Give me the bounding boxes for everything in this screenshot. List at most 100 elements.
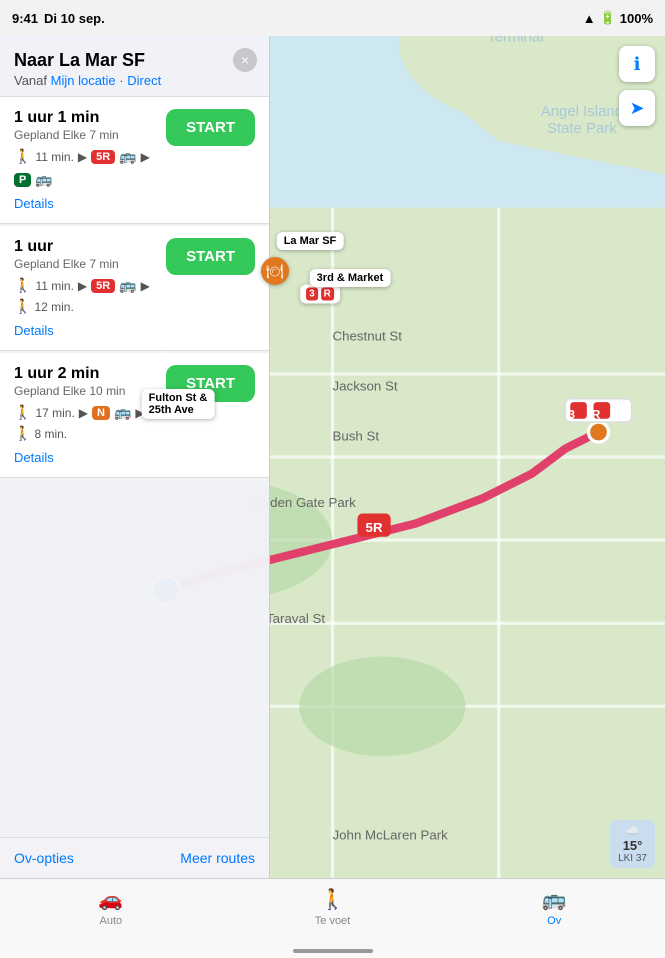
destination-label: La Mar SF xyxy=(277,232,344,250)
walk-icon: 🚶 xyxy=(14,277,31,294)
info-icon: ℹ xyxy=(634,54,641,75)
battery-icon: 🔋 xyxy=(600,10,616,26)
extra-walk-time: 12 min. xyxy=(34,300,73,314)
svg-text:Bush St: Bush St xyxy=(332,428,379,443)
bus-icon: 🚌 xyxy=(119,148,136,165)
route-actions: Details xyxy=(14,196,255,211)
tab-auto-label: Auto xyxy=(100,915,123,927)
start-button[interactable]: START xyxy=(166,238,255,275)
transit-badge-5r: 5R xyxy=(91,279,115,293)
start-label: Fulton St & 25th Ave xyxy=(142,389,215,419)
location-icon: ➤ xyxy=(629,98,644,119)
directions-panel: Naar La Mar SF Vanaf Mijn locatie · Dire… xyxy=(0,36,270,878)
route-duration: 1 uur 1 min xyxy=(14,109,150,127)
bus-icon: 🚌 xyxy=(119,277,136,294)
svg-text:R: R xyxy=(592,409,601,422)
panel-header: Naar La Mar SF Vanaf Mijn locatie · Dire… xyxy=(0,36,269,97)
transit-badge-p: P xyxy=(14,173,31,187)
svg-text:5R: 5R xyxy=(366,520,383,535)
weather-extra: LKI 37 xyxy=(618,853,647,864)
route-actions: Details xyxy=(14,323,255,338)
route-info: 1 uur Gepland Elke 7 min 🚶 11 min. ▶ 5R … xyxy=(14,238,150,315)
route-duration: 1 uur xyxy=(14,238,150,256)
route-steps: 🚶 17 min. ▶ N 🚌 ▶ xyxy=(14,404,145,421)
routes-list: 1 uur 1 min Gepland Elke 7 min 🚶 11 min.… xyxy=(0,97,269,837)
route-schedule: Gepland Elke 7 min xyxy=(14,257,150,271)
subtitle-prefix: Vanaf xyxy=(14,73,47,88)
more-routes-link[interactable]: Meer routes xyxy=(180,850,255,866)
car-icon: 🚗 xyxy=(98,887,123,912)
svg-text:Jackson St: Jackson St xyxy=(332,379,397,394)
weather-badge: ☁️ 15° LKI 37 xyxy=(610,820,655,868)
route-extra-walk: 🚶 8 min. xyxy=(14,425,145,442)
arrow1: ▶ xyxy=(79,406,88,420)
ov-options-link[interactable]: Ov-opties xyxy=(14,850,74,866)
transit-badge-5r: 5R xyxy=(91,150,115,164)
status-left: 9:41 Di 10 sep. xyxy=(12,11,105,26)
destination-name: La Mar SF xyxy=(277,232,344,250)
location-button[interactable]: ➤ xyxy=(619,90,655,126)
status-bar: 9:41 Di 10 sep. ▲ 🔋 100% xyxy=(0,0,665,36)
bus-icon: 🚌 xyxy=(114,404,131,421)
svg-text:Angel Island: Angel Island xyxy=(541,103,623,120)
route-steps: 🚶 11 min. ▶ 5R 🚌 ▶ xyxy=(14,148,150,165)
status-right: ▲ 🔋 100% xyxy=(583,10,653,26)
extra-walk-time: 8 min. xyxy=(34,427,67,441)
arrow2: ▶ xyxy=(141,279,150,293)
panel-subtitle: Vanaf Mijn locatie · Direct xyxy=(14,73,255,88)
close-button[interactable]: × xyxy=(233,48,257,72)
direct-link[interactable]: Direct xyxy=(127,73,161,88)
arrow1: ▶ xyxy=(78,150,87,164)
destination-annotation: 🍽 xyxy=(261,257,289,285)
tab-auto[interactable]: 🚗 Auto xyxy=(0,887,222,927)
walk-icon: 🚶 xyxy=(14,404,31,421)
weather-icon: ☁️ xyxy=(625,824,640,838)
svg-text:John McLaren Park: John McLaren Park xyxy=(332,827,448,842)
route-item: 1 uur Gepland Elke 7 min 🚶 11 min. ▶ 5R … xyxy=(0,226,269,351)
bus-icon2: 🚌 xyxy=(35,171,52,188)
tab-voet[interactable]: 🚶 Te voet xyxy=(222,887,444,927)
transit-stop-annotation: 3 R xyxy=(300,285,340,304)
tab-bar: 🚗 Auto 🚶 Te voet 🚌 Ov xyxy=(0,878,665,958)
walk-duration: 11 min. xyxy=(35,150,73,164)
svg-text:Taraval St: Taraval St xyxy=(266,611,325,626)
route-steps: 🚶 11 min. ▶ 5R 🚌 ▶ xyxy=(14,277,150,294)
route-info: 1 uur 1 min Gepland Elke 7 min 🚶 11 min.… xyxy=(14,109,150,188)
tab-voet-label: Te voet xyxy=(315,915,350,927)
my-location-link[interactable]: Mijn locatie xyxy=(51,73,116,88)
route-actions: Details xyxy=(14,450,255,465)
details-link[interactable]: Details xyxy=(14,196,54,211)
wifi-icon: ▲ xyxy=(583,11,596,26)
status-date: Di 10 sep. xyxy=(44,11,105,26)
transit-badge-n: N xyxy=(92,406,110,420)
walk-duration: 11 min. xyxy=(35,279,73,293)
restaurant-icon: 🍽 xyxy=(261,257,289,285)
weather-temp: 15° xyxy=(623,838,643,853)
transit-stop-name: 3rd & Market xyxy=(310,269,391,287)
details-link[interactable]: Details xyxy=(14,450,54,465)
transit-badges: 3 R xyxy=(300,285,340,304)
arrow1: ▶ xyxy=(78,279,87,293)
panel-title: Naar La Mar SF xyxy=(14,50,255,71)
bus-tab-icon: 🚌 xyxy=(542,887,567,912)
arrow2: ▶ xyxy=(141,150,150,164)
status-time: 9:41 xyxy=(12,11,38,26)
svg-text:Terminal: Terminal xyxy=(487,36,544,45)
route-duration: 1 uur 2 min xyxy=(14,365,145,383)
details-link[interactable]: Details xyxy=(14,323,54,338)
route-item: 1 uur 1 min Gepland Elke 7 min 🚶 11 min.… xyxy=(0,97,269,224)
battery-level: 100% xyxy=(620,11,653,26)
route-item: 1 uur 2 min Gepland Elke 10 min 🚶 17 min… xyxy=(0,353,269,478)
transit-stop-label: 3rd & Market xyxy=(310,269,391,287)
route-schedule: Gepland Elke 7 min xyxy=(14,128,150,142)
info-button[interactable]: ℹ xyxy=(619,46,655,82)
walk-icon2: 🚶 xyxy=(14,425,31,442)
tab-ov-label: Ov xyxy=(547,915,561,927)
route-extra-walk: 🚶 12 min. xyxy=(14,298,150,315)
svg-text:Chestnut St: Chestnut St xyxy=(332,329,402,344)
close-icon: × xyxy=(241,52,249,68)
panel-footer: Ov-opties Meer routes xyxy=(0,837,269,878)
svg-text:State Park: State Park xyxy=(547,120,617,137)
start-button[interactable]: START xyxy=(166,109,255,146)
tab-ov[interactable]: 🚌 Ov xyxy=(443,887,665,927)
